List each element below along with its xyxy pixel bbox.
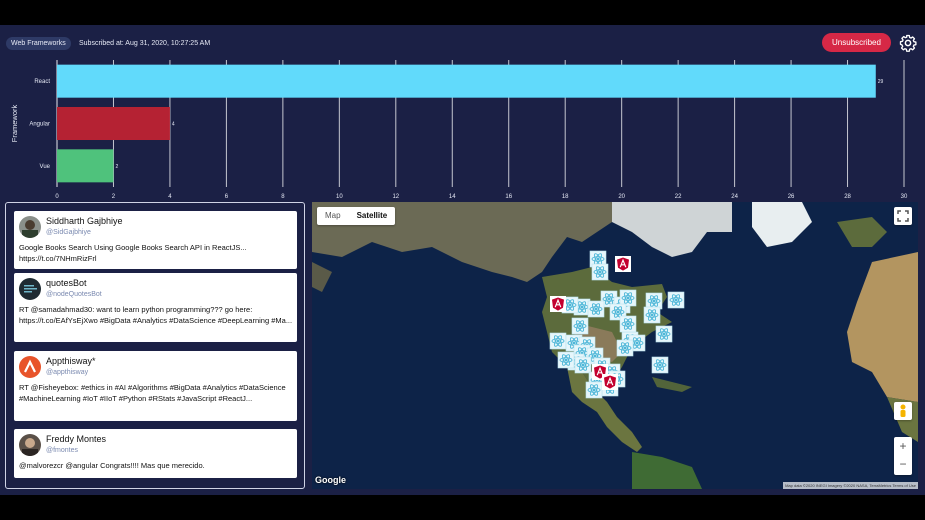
map-type-map-button[interactable]: Map [317,207,349,225]
x-tick-label: 26 [788,194,795,200]
tweet-card[interactable]: Siddharth Gajbhiye @SidGajbhiye Google B… [14,211,297,269]
avatar [19,434,41,456]
fullscreen-icon[interactable] [894,207,912,225]
zoom-in-button[interactable]: + [894,437,912,456]
data-label: 2 [115,164,118,170]
x-tick-label: 30 [901,194,908,200]
react-marker-icon[interactable] [549,332,567,350]
tweet-card[interactable]: Freddy Montes @fmontes @malvorezcr @angu… [14,429,297,478]
react-marker-icon[interactable] [585,381,603,399]
map-attribution[interactable]: Map data ©2020 INEGI Imagery ©2020 NASA,… [783,482,918,489]
unsubscribe-button[interactable]: Unsubscribed [822,33,891,52]
react-marker-icon[interactable] [643,306,661,324]
tweet-text: RT @Fisheyebox: #ethics in #AI #Algorith… [19,383,286,403]
zoom-out-button[interactable]: − [894,456,912,475]
tweet-location-map[interactable]: Map Satellite + − Google Map data ©2020 … [312,202,918,489]
x-tick-label: 12 [392,194,399,200]
topic-chip[interactable]: Web Frameworks [6,37,71,50]
x-tick-label: 4 [168,194,172,200]
data-label: 4 [172,122,175,128]
tweet-card[interactable]: Appthisway* @appthisway RT @Fisheyebox: … [14,351,297,421]
top-bar: Web Frameworks Subscribed at: Aug 31, 20… [0,25,925,60]
marker-layer [549,250,685,399]
react-marker-icon[interactable] [651,356,669,374]
zoom-control: + − [894,437,912,475]
y-axis-label: Framework [10,105,19,143]
tweet-card[interactable]: quotesBot @nodeQuotesBot RT @samadahmad3… [14,273,297,342]
google-logo: Google [315,475,346,485]
react-marker-icon[interactable] [574,356,592,374]
tweet-text: @malvorezcr @angular Congrats!!!! Mas qu… [19,461,205,470]
x-tick-label: 0 [55,194,59,200]
x-tick-label: 20 [618,194,625,200]
react-marker-icon[interactable] [619,315,637,333]
gear-icon[interactable] [899,34,917,52]
avatar [19,216,41,238]
subscribed-timestamp: Subscribed at: Aug 31, 2020, 10:27:25 AM [79,40,211,47]
react-marker-icon[interactable] [571,317,589,335]
x-tick-label: 6 [225,194,229,200]
react-marker-icon[interactable] [587,300,605,318]
react-marker-icon[interactable] [655,325,673,343]
tweet-count-bar-chart: 0 2 4 6 8 10 12 14 16 18 20 22 24 26 28 30React 29Angula… [10,60,908,216]
tweet-author-name: quotesBot [46,278,87,288]
avatar [19,278,41,300]
data-label: 29 [878,79,884,85]
x-tick-label: 14 [449,194,456,200]
map-type-satellite-button[interactable]: Satellite [349,207,396,225]
x-tick-label: 24 [731,194,738,200]
tweet-text: RT @samadahmad30: want to learn python p… [19,305,293,325]
y-tick-label: Angular [29,122,50,128]
x-tick-label: 18 [562,194,569,200]
bar-angular [57,106,170,141]
x-tick-label: 28 [844,194,851,200]
avatar [19,356,41,378]
react-marker-icon[interactable] [616,339,634,357]
bar-vue [57,149,114,183]
x-tick-label: 10 [336,194,343,200]
react-marker-icon[interactable] [667,291,685,309]
angular-marker-icon[interactable] [550,296,566,312]
react-marker-icon[interactable] [591,263,609,281]
react-marker-icon[interactable] [645,292,663,310]
tweet-author-handle[interactable]: @SidGajbhiye [46,229,91,236]
tweet-author-name: Freddy Montes [46,434,107,444]
tweet-list: Siddharth Gajbhiye @SidGajbhiye Google B… [5,202,305,489]
y-tick-label: React [34,79,50,85]
x-tick-label: 16 [505,194,512,200]
angular-marker-icon[interactable] [615,256,631,272]
app-window: Web Frameworks Subscribed at: Aug 31, 20… [0,25,925,495]
tweet-author-handle[interactable]: @nodeQuotesBot [46,291,102,298]
react-marker-icon[interactable] [619,289,637,307]
react-marker-icon[interactable] [557,351,575,369]
x-tick-label: 2 [112,194,116,200]
x-tick-label: 22 [675,194,682,200]
street-view-pegman-icon[interactable] [894,402,912,420]
tweet-author-name: Appthisway* [46,356,96,366]
tweet-text: Google Books Search Using Google Books S… [19,243,247,263]
tweet-author-handle[interactable]: @fmontes [46,447,78,454]
y-tick-label: Vue [40,164,51,170]
tweet-author-handle[interactable]: @appthisway [46,369,88,376]
angular-marker-icon[interactable] [602,374,618,390]
x-tick-label: 8 [281,194,285,200]
tweet-author-name: Siddharth Gajbhiye [46,216,123,226]
bar-react [57,64,876,98]
map-type-control: Map Satellite [317,207,396,225]
